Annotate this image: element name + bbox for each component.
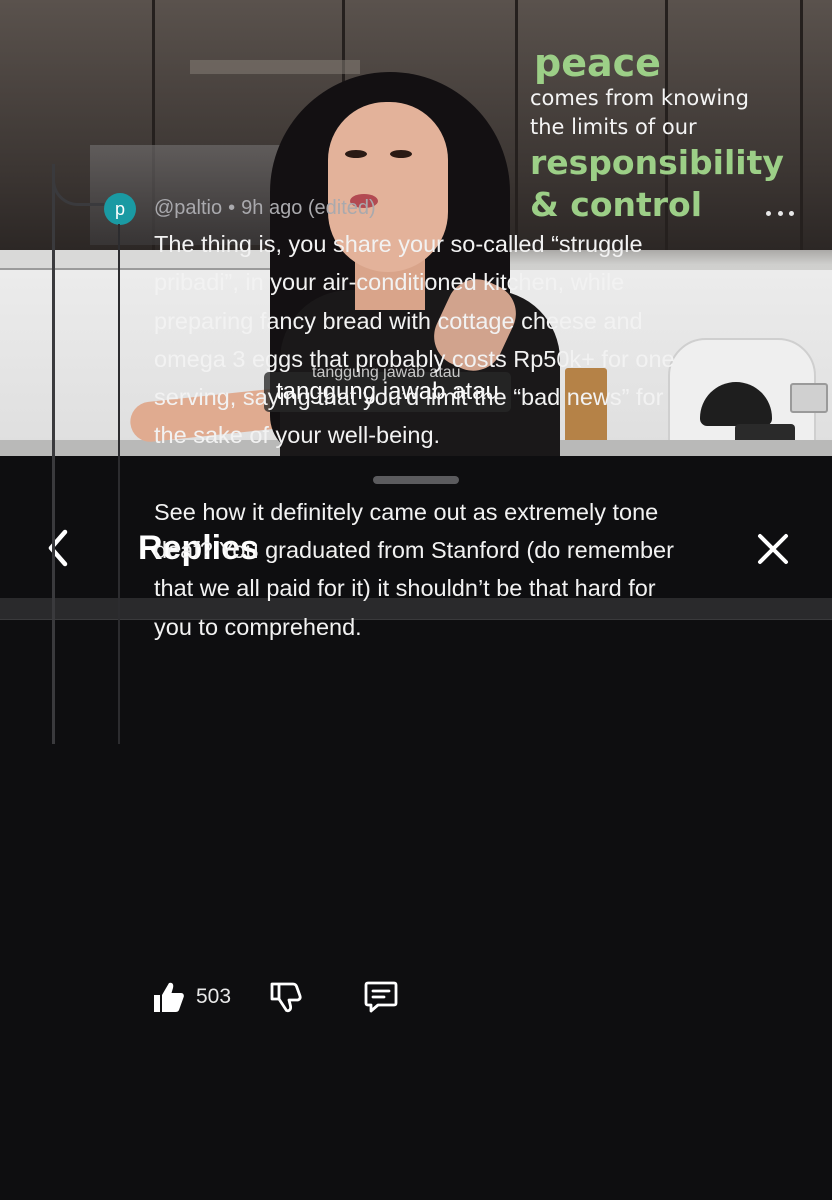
reply-button[interactable]: [363, 979, 399, 1015]
avatar[interactable]: p: [104, 193, 136, 225]
like-button[interactable]: 503: [152, 980, 231, 1014]
reply-line: [118, 224, 120, 744]
comment-author[interactable]: @paltio: [154, 197, 222, 219]
wall-socket: [790, 383, 828, 413]
comment-paragraph: See how it definitely came out as extrem…: [154, 498, 674, 640]
quote-word-peace: peace: [534, 41, 661, 85]
comment-meta: @paltio • 9h ago (edited): [154, 194, 376, 222]
comment-body: The thing is, you share your so-called “…: [154, 225, 794, 646]
quote-overlay: peace comes from knowing the limits of o…: [530, 42, 830, 226]
quote-line: comes from knowing: [530, 86, 749, 110]
comment-paragraph: The thing is, you share your so-called “…: [154, 231, 675, 449]
more-options-button[interactable]: [766, 206, 794, 220]
avatar-letter: p: [114, 198, 125, 219]
like-count: 503: [196, 985, 232, 1008]
comment-actions: 503: [152, 974, 399, 1020]
reply-icon: [364, 981, 398, 1013]
quote-word-responsibility: responsibility: [530, 143, 784, 182]
quote-line: the limits of our: [530, 115, 697, 139]
thread-line: [52, 164, 55, 744]
chevron-left-icon: [48, 529, 68, 567]
meta-separator: •: [228, 197, 236, 219]
back-button[interactable]: [36, 526, 80, 570]
more-icon: [766, 210, 771, 216]
thumbs-up-icon: [154, 982, 184, 1012]
thumbs-down-icon: [270, 982, 302, 1013]
dislike-button[interactable]: [269, 980, 303, 1014]
comment-time: 9h ago (edited): [241, 197, 376, 219]
